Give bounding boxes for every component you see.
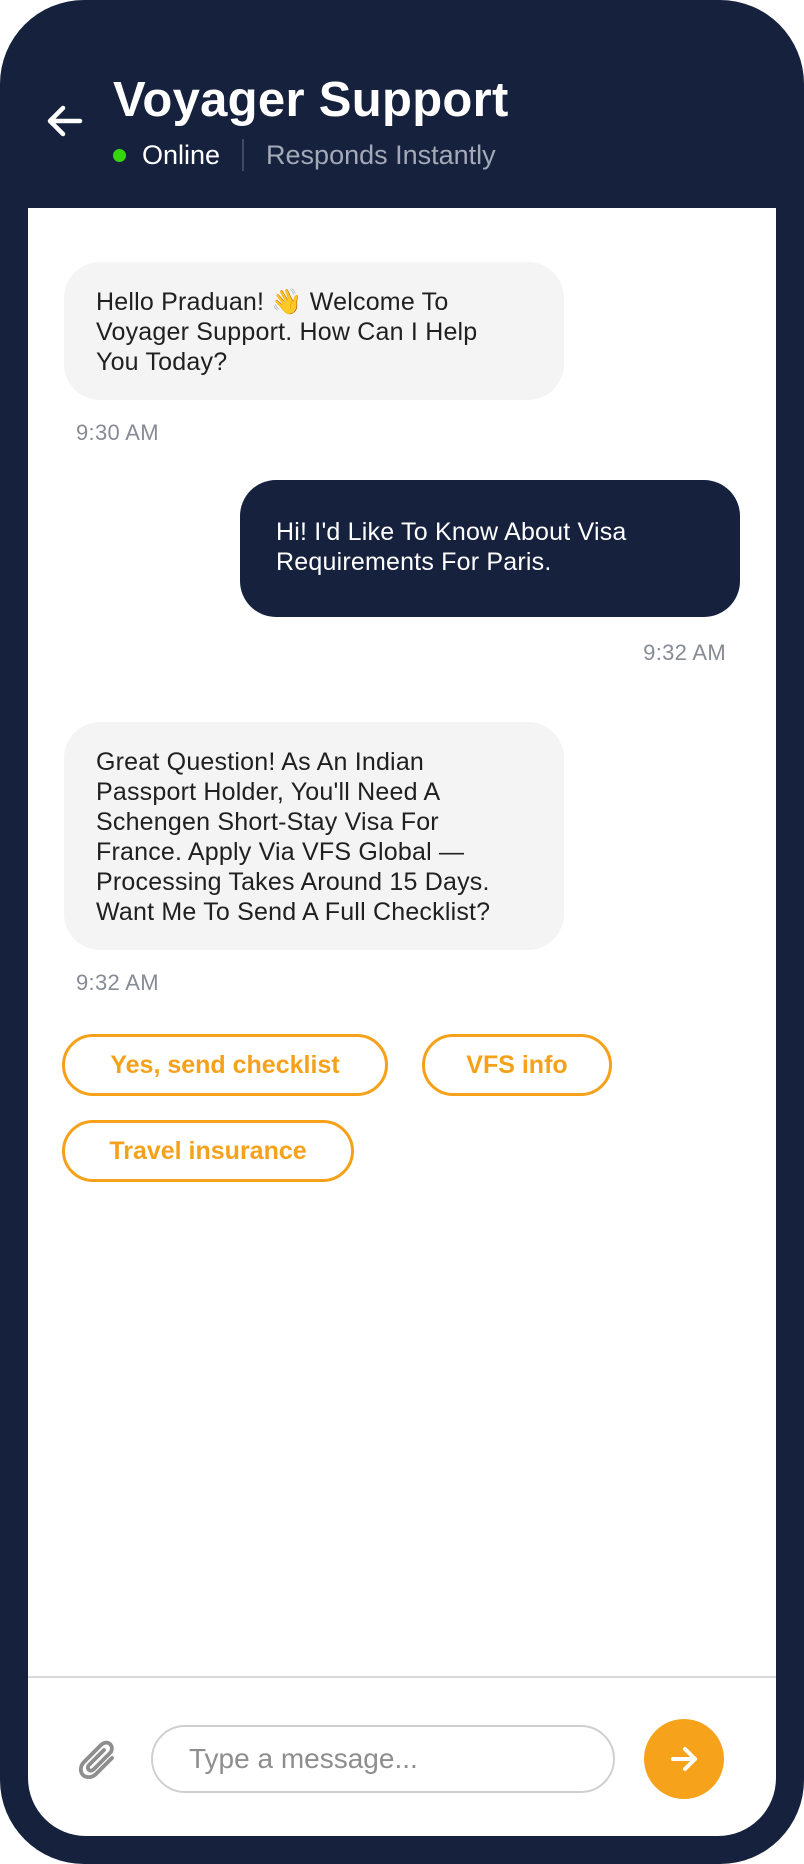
arrow-left-icon [47,105,83,137]
quick-reply-send-checklist[interactable]: Yes, send checklist [62,1034,388,1096]
message-timestamp: 9:32 AM [76,970,159,995]
chat-header: Voyager Support Online Responds Instantl… [0,0,804,208]
quick-reply-vfs-info[interactable]: VFS info [422,1034,612,1096]
message-input[interactable] [151,1725,615,1793]
arrow-right-icon [671,1747,697,1771]
user-message-bubble: Hi! I'd Like To Know About Visa Requirem… [240,480,740,617]
send-button[interactable] [644,1719,724,1799]
agent-message-bubble: Hello Praduan! 👋 Welcome To Voyager Supp… [64,262,564,400]
message-line: Schengen Short-Stay Visa For [96,808,439,836]
message-timestamp: 9:32 AM [643,640,726,665]
message-line: Hello Praduan! 👋 Welcome To [96,288,449,316]
message-line: Hi! I'd Like To Know About Visa [276,518,627,546]
message-line: You Today? [96,348,228,376]
composer-divider [28,1676,776,1678]
chat-screen: Hello Praduan! 👋 Welcome To Voyager Supp… [28,208,776,1836]
message-line: Voyager Support. How Can I Help [96,318,478,346]
message-line: Processing Takes Around 15 Days. [96,868,490,896]
paperclip-icon [78,1740,114,1780]
response-time-label: Responds Instantly [266,139,496,170]
message-line: Passport Holder, You'll Need A [96,778,441,806]
status-divider [242,139,245,171]
back-button[interactable] [40,96,90,146]
page-title: Voyager Support [113,73,509,127]
attach-button[interactable] [74,1736,126,1788]
status-row: Online Responds Instantly [113,138,496,172]
quick-reply-travel-insurance[interactable]: Travel insurance [62,1120,354,1182]
message-timestamp: 9:30 AM [76,420,159,445]
online-status-dot [113,148,126,162]
message-line: Requirements For Paris. [276,548,552,576]
message-line: Great Question! As An Indian [96,748,425,776]
status-label: Online [142,139,221,170]
message-line: France. Apply Via VFS Global — [96,838,465,866]
phone-frame: Voyager Support Online Responds Instantl… [0,0,804,1864]
message-line: Want Me To Send A Full Checklist? [96,898,491,926]
agent-message-bubble: Great Question! As An Indian Passport Ho… [64,722,564,950]
